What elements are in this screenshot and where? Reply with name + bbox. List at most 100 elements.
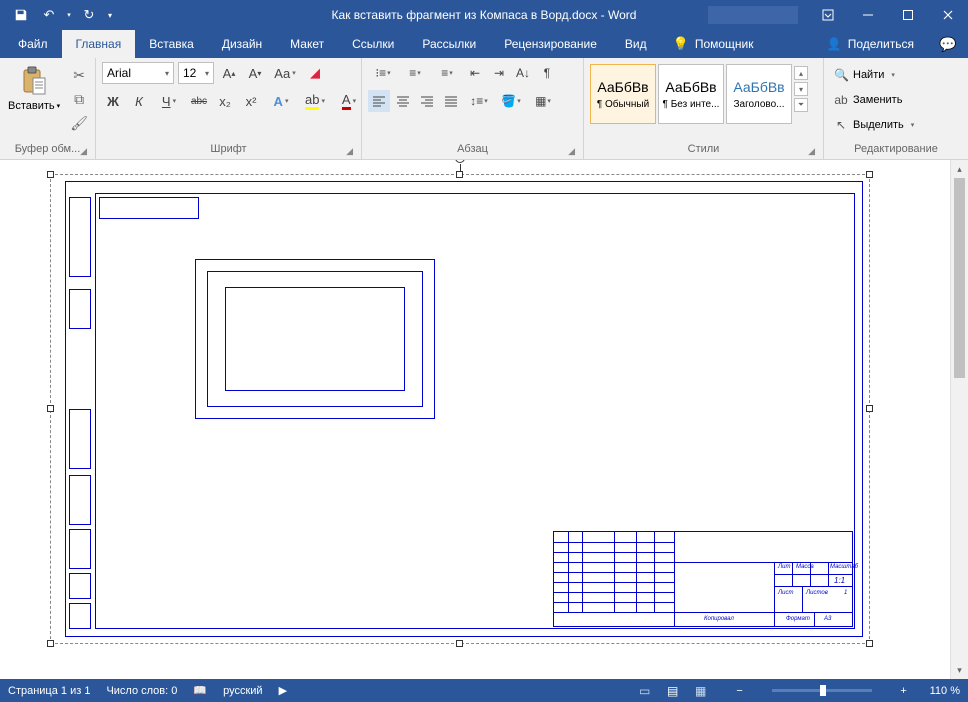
paste-button[interactable]: Вставить▾ [6,62,64,112]
resize-handle-ml[interactable] [47,405,54,412]
resize-handle-mr[interactable] [866,405,873,412]
tab-insert[interactable]: Вставка [135,30,208,58]
find-button[interactable]: 🔍Найти▾ [830,64,899,86]
strikethrough-button[interactable]: abc [188,90,210,112]
user-account[interactable] [708,6,798,24]
paragraph-launcher[interactable]: ◢ [568,146,575,157]
group-font: Arial▾ 12▾ A▴ A▾ Aa▾ ◢ Ж К Ч▾ abc x₂ x² … [96,58,362,159]
group-editing: 🔍Найти▾ abЗаменить ↖Выделить▾ Редактиров… [824,58,968,159]
format-painter-button[interactable]: 🖌 [70,114,88,132]
read-mode-button[interactable]: ▭ [632,681,658,701]
tab-references[interactable]: Ссылки [338,30,408,58]
zoom-out-button[interactable]: − [730,685,750,697]
resize-handle-bm[interactable] [456,640,463,647]
copy-button[interactable]: ⧉ [70,90,88,108]
drawing-title-block: Лит Масса Масштаб 1:1 Лист Листов 1 Копи… [553,531,853,627]
italic-button[interactable]: К [128,90,150,112]
tab-home[interactable]: Главная [62,30,136,58]
styles-more[interactable]: ⏷ [794,98,808,112]
line-spacing-button[interactable]: ↕≡▾ [464,90,494,112]
show-marks-button[interactable]: ¶ [536,62,558,84]
language-button[interactable]: русский [223,685,262,697]
change-case-button[interactable]: Aa▾ [270,62,300,84]
shading-button[interactable]: 🪣▾ [496,90,526,112]
font-launcher[interactable]: ◢ [346,146,353,157]
zoom-in-button[interactable]: + [894,685,914,697]
tab-review[interactable]: Рецензирование [490,30,611,58]
share-button[interactable]: 👤Поделиться [813,30,928,58]
align-center-button[interactable] [392,90,414,112]
quick-access-toolbar: ↶ ▾ ↻ ▾ [0,2,116,28]
zoom-slider[interactable] [772,689,872,692]
tab-layout[interactable]: Макет [276,30,338,58]
font-size-select[interactable]: 12▾ [178,62,214,84]
scroll-up-button[interactable]: ▴ [951,160,968,178]
style-heading1[interactable]: АаБбВв Заголово... [726,64,792,124]
qat-customize[interactable]: ▾ [104,2,116,28]
styles-row-down[interactable]: ▾ [794,82,808,96]
resize-handle-tr[interactable] [866,171,873,178]
vertical-scrollbar[interactable]: ▴ ▾ [950,160,968,679]
tab-view[interactable]: Вид [611,30,661,58]
superscript-button[interactable]: x² [240,90,262,112]
undo-dropdown[interactable]: ▾ [64,2,74,28]
resize-handle-br[interactable] [866,640,873,647]
proofing-button[interactable]: 📖 [193,684,207,697]
font-color-button[interactable]: A▾ [334,90,364,112]
subscript-button[interactable]: x₂ [214,90,236,112]
scroll-down-button[interactable]: ▾ [951,661,968,679]
sort-button[interactable]: A↓ [512,62,534,84]
replace-button[interactable]: abЗаменить [830,89,906,111]
rotate-handle[interactable] [455,160,465,163]
tab-design[interactable]: Дизайн [208,30,276,58]
redo-button[interactable]: ↻ [76,2,102,28]
text-effects-button[interactable]: A▾ [266,90,296,112]
zoom-level[interactable]: 110 % [930,685,960,697]
tab-file[interactable]: Файл [4,30,62,58]
document-title: Как вставить фрагмент из Компаса в Ворд.… [332,8,637,22]
save-button[interactable] [8,2,34,28]
bold-button[interactable]: Ж [102,90,124,112]
underline-button[interactable]: Ч▾ [154,90,184,112]
cut-button[interactable]: ✂ [70,66,88,84]
justify-button[interactable] [440,90,462,112]
multilevel-button[interactable]: ≡▾ [432,62,462,84]
borders-button[interactable]: ▦▾ [528,90,558,112]
align-right-button[interactable] [416,90,438,112]
numbering-button[interactable]: ≡▾ [400,62,430,84]
ribbon-display-button[interactable] [808,0,848,30]
decrease-indent-button[interactable]: ⇤ [464,62,486,84]
inserted-image-object[interactable]: Лит Масса Масштаб 1:1 Лист Листов 1 Копи… [50,174,870,644]
grow-font-button[interactable]: A▴ [218,62,240,84]
increase-indent-button[interactable]: ⇥ [488,62,510,84]
styles-row-up[interactable]: ▴ [794,66,808,80]
style-no-spacing[interactable]: АаБбВв ¶ Без инте... [658,64,724,124]
scroll-thumb[interactable] [954,178,965,378]
undo-button[interactable]: ↶ [36,2,62,28]
style-normal[interactable]: АаБбВв ¶ Обычный [590,64,656,124]
maximize-button[interactable] [888,0,928,30]
resize-handle-bl[interactable] [47,640,54,647]
bullets-button[interactable]: ⁝≡▾ [368,62,398,84]
resize-handle-tm[interactable] [456,171,463,178]
resize-handle-tl[interactable] [47,171,54,178]
comments-button[interactable]: 💬 [928,30,968,58]
page-indicator[interactable]: Страница 1 из 1 [8,685,90,697]
tab-mailings[interactable]: Рассылки [408,30,490,58]
clear-formatting-button[interactable]: ◢ [304,62,326,84]
word-count[interactable]: Число слов: 0 [106,685,177,697]
macro-button[interactable]: ▶ [279,684,287,697]
font-name-select[interactable]: Arial▾ [102,62,174,84]
shrink-font-button[interactable]: A▾ [244,62,266,84]
web-layout-button[interactable]: ▦ [688,681,714,701]
align-left-button[interactable] [368,90,390,112]
select-button[interactable]: ↖Выделить▾ [830,114,918,136]
highlight-button[interactable]: ab▾ [300,90,330,112]
document-canvas[interactable]: Лит Масса Масштаб 1:1 Лист Листов 1 Копи… [0,160,950,679]
print-layout-button[interactable]: ▤ [660,681,686,701]
tell-me[interactable]: 💡Помощник [661,30,766,58]
styles-launcher[interactable]: ◢ [808,146,815,157]
clipboard-launcher[interactable]: ◢ [80,146,87,157]
minimize-button[interactable] [848,0,888,30]
close-button[interactable] [928,0,968,30]
